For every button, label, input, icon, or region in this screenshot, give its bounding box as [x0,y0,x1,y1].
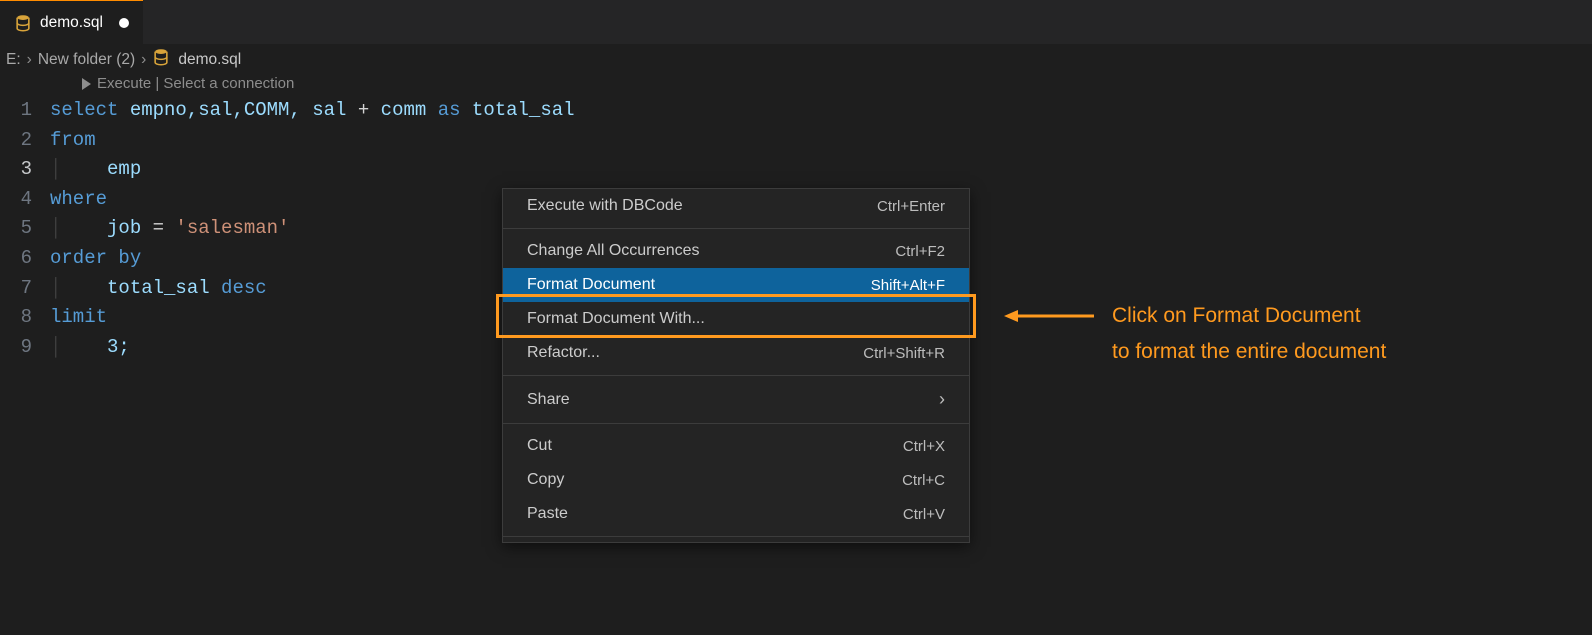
menu-item-label: Paste [527,505,568,523]
line-number: 2 [6,126,50,156]
menu-item-shortcut: Ctrl+V [903,506,945,523]
menu-format-document-with[interactable]: Format Document With... [503,302,969,336]
code-line[interactable]: │ job = 'salesman' [50,214,289,244]
menu-copy[interactable]: Copy Ctrl+C [503,463,969,497]
menu-paste[interactable]: Paste Ctrl+V [503,497,969,531]
chevron-right-icon: › [141,51,146,69]
line-number: 9 [6,333,50,363]
code-line[interactable]: limit [50,303,107,333]
breadcrumb-seg-file[interactable]: demo.sql [152,48,241,71]
breadcrumb[interactable]: E: › New folder (2) › demo.sql [0,44,1592,73]
menu-item-shortcut: Shift+Alt+F [871,277,945,294]
code-line[interactable]: │ total_sal desc [50,274,267,304]
code-line[interactable]: order by [50,244,141,274]
line-number: 5 [6,214,50,244]
menu-item-label: Execute with DBCode [527,197,683,215]
code-line[interactable]: │ 3; [50,333,130,363]
menu-item-label: Refactor... [527,344,600,362]
menu-item-shortcut: Ctrl+F2 [895,243,945,260]
menu-item-label: Copy [527,471,564,489]
menu-refactor[interactable]: Refactor... Ctrl+Shift+R [503,336,969,370]
breadcrumb-seg-drive[interactable]: E: [6,51,21,69]
annotation-arrow-icon [1004,308,1094,324]
code-line[interactable]: from [50,126,96,156]
line-number: 6 [6,244,50,274]
menu-share[interactable]: Share › [503,381,969,418]
annotation-line: Click on Format Document [1112,298,1386,334]
menu-item-label: Format Document [527,276,655,294]
menu-cut[interactable]: Cut Ctrl+X [503,429,969,463]
menu-separator [503,423,969,424]
menu-item-label: Format Document With... [527,310,705,328]
menu-change-all-occurrences[interactable]: Change All Occurrences Ctrl+F2 [503,234,969,268]
menu-separator [503,228,969,229]
tab-demo-sql[interactable]: demo.sql [0,0,143,44]
menu-item-label: Share [527,391,570,409]
menu-item-shortcut: Ctrl+Enter [877,198,945,215]
codelens-text: Execute | Select a connection [97,75,294,92]
annotation-text: Click on Format Document to format the e… [1112,298,1386,369]
breadcrumb-seg-folder[interactable]: New folder (2) [38,51,135,69]
tab-bar: demo.sql [0,0,1592,44]
menu-format-document[interactable]: Format Document Shift+Alt+F [503,268,969,302]
menu-item-shortcut: Ctrl+Shift+R [863,345,945,362]
code-line[interactable]: │ emp [50,155,141,185]
database-icon [152,48,170,71]
annotation-line: to format the entire document [1112,334,1386,370]
menu-separator [503,375,969,376]
menu-item-shortcut: Ctrl+C [902,472,945,489]
line-number: 8 [6,303,50,333]
menu-separator [503,536,969,537]
line-number: 7 [6,274,50,304]
tab-label: demo.sql [40,14,103,32]
play-icon [82,78,91,90]
menu-execute-dbcode[interactable]: Execute with DBCode Ctrl+Enter [503,189,969,223]
codelens-execute[interactable]: Execute | Select a connection [0,73,1592,96]
chevron-right-icon: › [939,389,945,410]
database-icon [14,14,32,32]
code-line[interactable]: select empno,sal,COMM, sal + comm as tot… [50,96,575,126]
context-menu: Execute with DBCode Ctrl+Enter Change Al… [502,188,970,543]
line-number: 1 [6,96,50,126]
menu-item-shortcut: Ctrl+X [903,438,945,455]
code-line[interactable]: where [50,185,107,215]
menu-item-label: Cut [527,437,552,455]
chevron-right-icon: › [27,51,32,69]
line-number: 4 [6,185,50,215]
line-number: 3 [6,155,50,185]
unsaved-dot-icon [119,18,129,28]
breadcrumb-file-label: demo.sql [178,51,241,69]
menu-item-label: Change All Occurrences [527,242,700,260]
